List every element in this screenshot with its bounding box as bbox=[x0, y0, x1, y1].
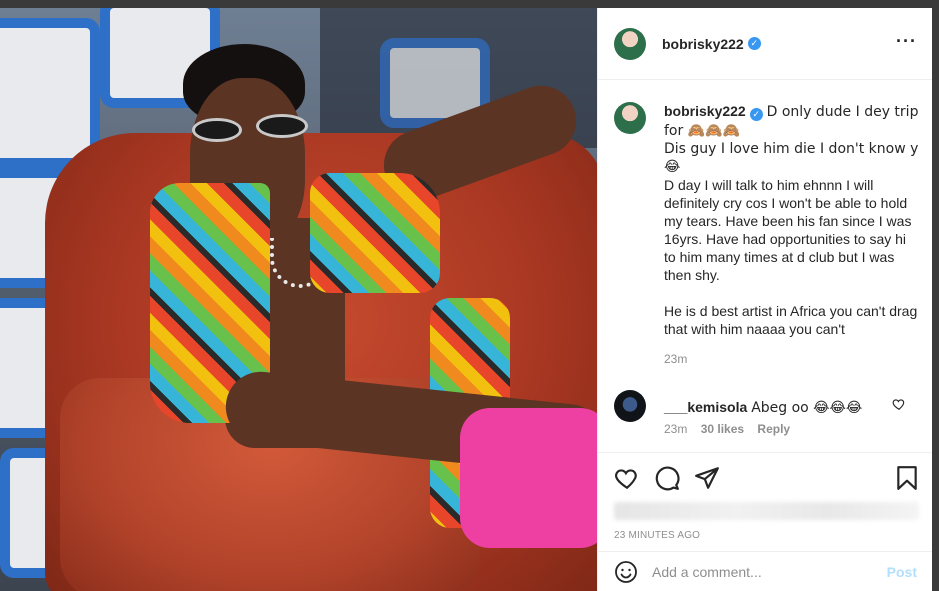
heart-icon[interactable] bbox=[614, 465, 640, 491]
bookmark-icon[interactable] bbox=[894, 465, 920, 491]
verified-badge-icon: ✓ bbox=[749, 107, 763, 121]
sunglasses-left bbox=[192, 118, 242, 142]
post-details-panel: bobrisky222 ✓ ··· bobrisky222 ✓ D only du… bbox=[597, 8, 933, 591]
caption-username[interactable]: bobrisky222 bbox=[664, 103, 746, 119]
comment-icon[interactable] bbox=[654, 465, 680, 491]
comment-likes[interactable]: 30 likes bbox=[701, 422, 744, 436]
caption-timestamp[interactable]: 23m bbox=[664, 352, 687, 366]
comment-timestamp[interactable]: 23m bbox=[664, 422, 687, 436]
add-comment-bar: Post bbox=[598, 551, 933, 591]
caption: bobrisky222 ✓ D only dude I dey trip for … bbox=[614, 102, 919, 338]
share-icon[interactable] bbox=[694, 465, 720, 491]
commenter-avatar[interactable] bbox=[614, 390, 646, 422]
backdrop-top bbox=[0, 0, 939, 8]
comment-like-heart-icon[interactable] bbox=[892, 397, 906, 411]
emoji-icon[interactable] bbox=[614, 560, 638, 584]
sunglasses-right bbox=[256, 114, 308, 138]
caption-line-3: D day I will talk to him ehnnn I will de… bbox=[664, 177, 912, 283]
likes-summary-blurred bbox=[614, 502, 919, 520]
comment-username[interactable]: ___kemisola bbox=[664, 399, 747, 415]
avatar[interactable] bbox=[614, 27, 646, 60]
action-bar bbox=[598, 452, 933, 502]
patterned-shirt-right bbox=[310, 173, 440, 293]
backdrop-right bbox=[932, 0, 939, 591]
comment-reply[interactable]: Reply bbox=[757, 422, 790, 436]
pink-pants bbox=[460, 408, 597, 548]
posted-time[interactable]: 23 MINUTES AGO bbox=[614, 530, 700, 541]
caption-line-4: He is d best artist in Africa you can't … bbox=[664, 303, 918, 337]
post-photo[interactable] bbox=[0, 8, 597, 591]
comment-body: ___kemisola Abeg oo 😂😂😂 bbox=[664, 390, 894, 422]
post-comment-button[interactable]: Post bbox=[887, 564, 917, 580]
wall-tile bbox=[0, 18, 100, 168]
comment-meta: 23m 30 likes Reply bbox=[664, 422, 800, 436]
caption-avatar[interactable] bbox=[614, 102, 646, 134]
add-comment-input[interactable] bbox=[652, 563, 872, 580]
more-horizontal-icon[interactable]: ··· bbox=[896, 32, 917, 50]
caption-line-2: Dis guy I love him die I don't know y 😂 bbox=[664, 141, 919, 175]
header-username[interactable]: bobrisky222 bbox=[662, 36, 744, 52]
post-header: bobrisky222 ✓ ··· bbox=[598, 8, 933, 80]
comment-text: Abeg oo 😂😂😂 bbox=[751, 400, 863, 416]
caption-text: bobrisky222 ✓ D only dude I dey trip for … bbox=[664, 102, 919, 338]
verified-badge-icon: ✓ bbox=[747, 37, 761, 50]
comment-item: ___kemisola Abeg oo 😂😂😂 bbox=[614, 390, 919, 422]
